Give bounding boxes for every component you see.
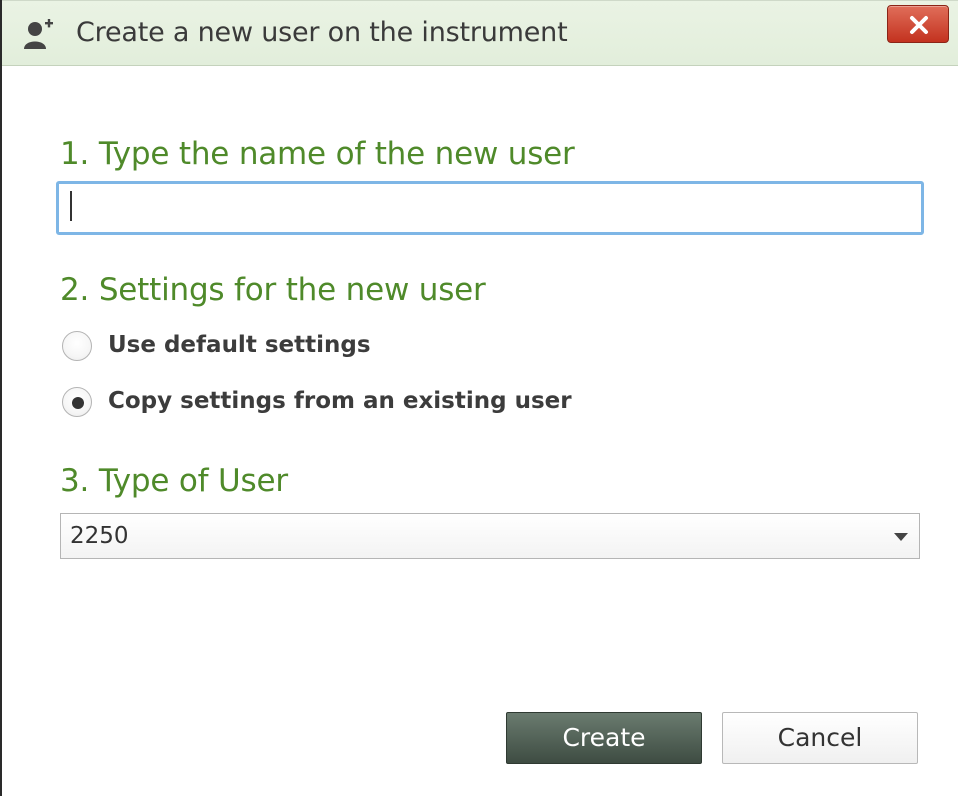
title-bar: Create a new user on the instrument <box>2 0 958 66</box>
radio-button[interactable] <box>62 387 92 417</box>
create-button[interactable]: Create <box>506 712 702 764</box>
close-button[interactable] <box>887 5 949 43</box>
radio-selected-dot <box>72 397 84 409</box>
cancel-button[interactable]: Cancel <box>722 712 918 764</box>
radio-button[interactable] <box>62 331 92 361</box>
create-user-dialog: Create a new user on the instrument 1. T… <box>0 0 958 796</box>
add-user-icon <box>24 19 54 51</box>
text-caret <box>70 191 72 221</box>
user-name-input[interactable] <box>56 181 924 235</box>
heading-settings: 2. Settings for the new user <box>60 272 486 308</box>
user-type-select[interactable]: 2250 <box>60 513 920 559</box>
user-type-value: 2250 <box>70 523 129 549</box>
heading-user-name: 1. Type the name of the new user <box>60 136 575 172</box>
heading-user-type: 3. Type of User <box>60 463 288 499</box>
dialog-title: Create a new user on the instrument <box>76 17 568 48</box>
close-icon <box>910 16 928 34</box>
radio-label: Use default settings <box>108 332 371 358</box>
chevron-down-icon <box>894 533 908 541</box>
radio-label: Copy settings from an existing user <box>108 388 572 414</box>
